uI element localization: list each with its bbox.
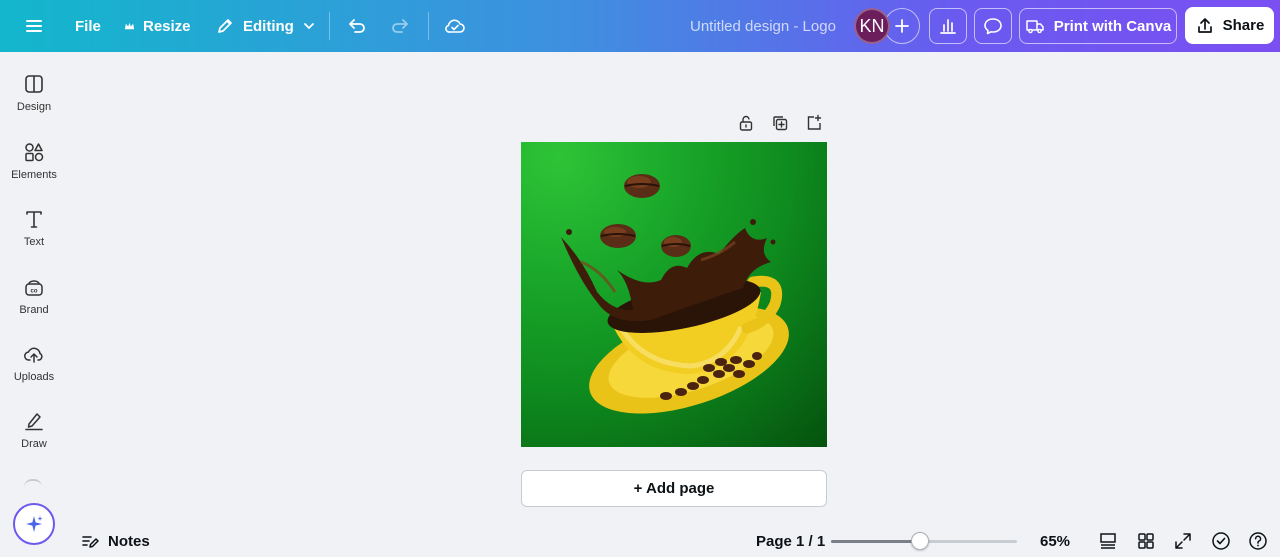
share-label: Share	[1222, 17, 1265, 34]
share-upload-icon	[1197, 17, 1212, 33]
text-icon	[26, 211, 42, 228]
toolbar-divider	[428, 12, 429, 40]
crown-icon	[124, 22, 135, 29]
pages-icon	[1100, 533, 1116, 549]
sidebar-item-label: Brand	[19, 304, 49, 316]
sidebar-item-label: Design	[16, 101, 52, 113]
page-indicator[interactable]: Page 1 / 1	[756, 528, 825, 554]
expand-icon	[1175, 533, 1191, 549]
comments-button[interactable]	[974, 8, 1012, 44]
notes-label: Notes	[108, 532, 150, 550]
menu-button[interactable]	[24, 0, 44, 52]
sparkle-icon	[26, 516, 43, 532]
redo-icon	[392, 19, 408, 33]
sidebar-item-text[interactable]: Text	[0, 208, 68, 248]
design-icon	[25, 75, 43, 93]
zoom-level[interactable]: 65%	[1040, 528, 1070, 554]
print-with-canva-button[interactable]: Print with Canva	[1019, 8, 1177, 44]
fullscreen-button[interactable]	[1172, 530, 1194, 552]
design-title-text: Untitled design - Logo	[690, 17, 836, 35]
grid-icon	[1138, 533, 1154, 549]
editing-label: Editing	[243, 17, 294, 35]
sidebar-item-label: Uploads	[13, 371, 55, 383]
editing-mode-dropdown[interactable]: Editing	[215, 0, 316, 52]
sidebar-item-label: Text	[23, 236, 45, 248]
check-design-button[interactable]	[1210, 530, 1232, 552]
add-page-icon	[807, 114, 822, 130]
sidebar-item-brand[interactable]: co Brand	[0, 276, 68, 316]
save-status-button[interactable]	[443, 0, 467, 52]
resize-label: Resize	[143, 17, 191, 35]
coffee-cup-image	[561, 174, 789, 414]
top-toolbar: File Resize Editing Untitled design - Lo…	[0, 0, 1280, 52]
sidebar-item-elements[interactable]: Elements	[0, 141, 68, 181]
draw-icon	[25, 413, 43, 431]
avatar-initials: KN	[859, 15, 885, 36]
page-indicator-text: Page 1 / 1	[756, 532, 826, 550]
svg-text:co: co	[30, 289, 37, 295]
pencil-icon	[218, 19, 232, 33]
page-view-button[interactable]	[1097, 530, 1119, 552]
insights-button[interactable]	[929, 8, 967, 44]
lock-page-button[interactable]	[737, 114, 755, 137]
lock-icon	[739, 115, 753, 131]
design-title[interactable]: Untitled design - Logo	[690, 0, 836, 52]
add-page-button[interactable]: + Add page	[521, 470, 827, 507]
bar-chart-icon	[940, 19, 956, 34]
share-button[interactable]: Share	[1185, 7, 1274, 44]
notes-icon	[82, 536, 99, 548]
print-label: Print with Canva	[1053, 17, 1172, 35]
zoom-level-text: 65%	[1040, 532, 1071, 550]
undo-icon	[349, 19, 365, 33]
help-button[interactable]	[1247, 530, 1269, 552]
grid-view-button[interactable]	[1135, 530, 1157, 552]
magic-assistant-button[interactable]	[13, 503, 55, 545]
chevron-down-icon	[303, 23, 314, 30]
cloud-check-icon	[445, 19, 465, 33]
file-menu[interactable]: File	[75, 0, 101, 52]
sidebar-item-draw[interactable]: Draw	[0, 410, 68, 450]
more-apps-hint	[24, 479, 42, 487]
design-page[interactable]	[521, 142, 827, 447]
avatar[interactable]: KN	[854, 8, 890, 44]
duplicate-icon	[773, 116, 788, 131]
zoom-slider-fill	[831, 540, 921, 543]
undo-button[interactable]	[346, 0, 368, 52]
truck-icon	[1025, 20, 1044, 34]
resize-button[interactable]: Resize	[124, 0, 191, 52]
plus-icon	[895, 19, 909, 33]
check-circle-icon	[1212, 532, 1230, 550]
add-page-icon-button[interactable]	[805, 114, 823, 137]
zoom-slider-thumb[interactable]	[911, 532, 930, 550]
duplicate-page-button[interactable]	[771, 114, 789, 137]
add-page-label: + Add page	[633, 480, 715, 497]
sidebar-item-uploads[interactable]: Uploads	[0, 343, 68, 383]
uploads-icon	[24, 347, 43, 363]
toolbar-divider	[329, 12, 330, 40]
sidebar-item-label: Draw	[21, 438, 47, 450]
comment-icon	[984, 18, 1002, 35]
sidebar-item-label: Elements	[11, 169, 57, 181]
coffee-bean-image	[624, 174, 660, 198]
redo-button[interactable]	[389, 0, 411, 52]
help-icon	[1249, 532, 1267, 550]
sidebar-item-design[interactable]: Design	[0, 73, 68, 113]
file-label: File	[75, 17, 101, 35]
hamburger-icon	[26, 20, 42, 32]
brand-icon: co	[25, 280, 43, 296]
notes-button[interactable]: Notes	[80, 528, 150, 554]
elements-icon	[25, 143, 44, 162]
